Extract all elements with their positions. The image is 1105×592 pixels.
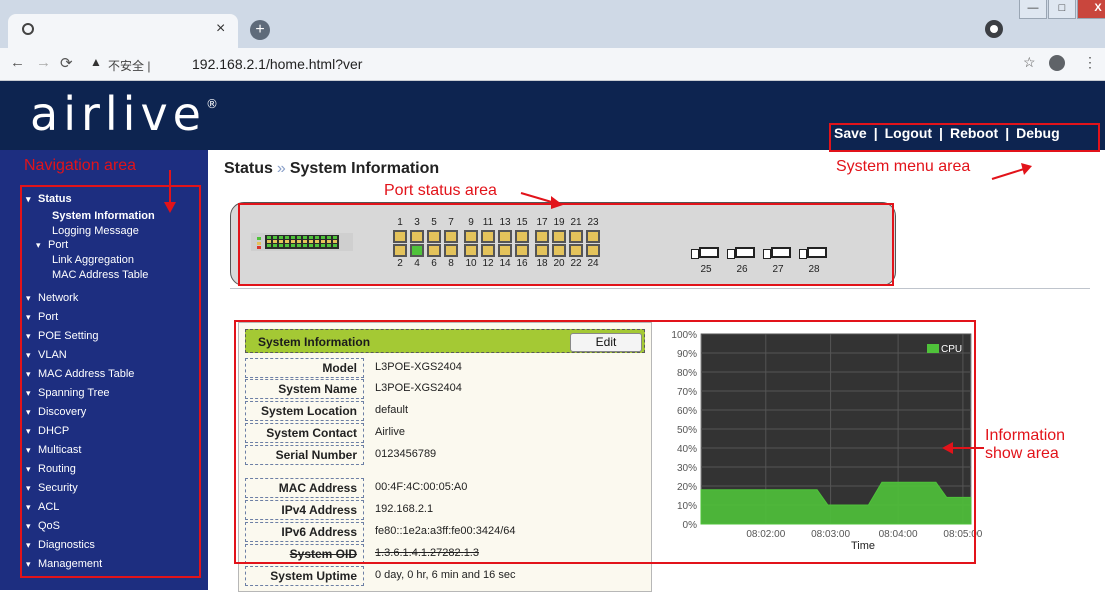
address-bar[interactable]: ▲ 不安全 | 192.168.2.1/home.html?ver — [90, 52, 990, 76]
forward-icon[interactable]: → — [36, 54, 51, 71]
browser-tab-bar: × + — □ X — [0, 0, 1105, 48]
system-menu-area-label: System menu area — [836, 158, 971, 175]
nav-arrow-icon — [164, 170, 176, 213]
back-icon[interactable]: ← — [10, 54, 25, 71]
globe-icon — [22, 23, 34, 35]
bookmark-star-icon[interactable]: ☆ — [1023, 54, 1036, 71]
menu-dots-icon[interactable]: ⋮ — [1083, 54, 1097, 71]
system-menu-arrow-icon — [991, 163, 1032, 180]
information-show-area-box — [234, 320, 976, 564]
breadcrumb-separator: » — [276, 160, 286, 177]
new-tab-button[interactable]: + — [250, 20, 270, 40]
reload-icon[interactable]: ⟳ — [60, 54, 73, 72]
system-menu-area-box — [829, 123, 1100, 152]
window-controls: — □ X — [1018, 0, 1105, 20]
airlive-logo: airlive® — [30, 87, 218, 141]
insecure-label: 不安全 | — [108, 59, 151, 73]
close-tab-icon[interactable]: × — [216, 20, 225, 38]
minimize-button[interactable]: — — [1019, 0, 1047, 19]
info-key: System Uptime — [245, 566, 364, 586]
port-status-area-box — [238, 203, 894, 286]
port-status-arrow-icon — [520, 192, 563, 209]
maximize-button[interactable]: □ — [1048, 0, 1076, 19]
browser-tab[interactable]: × — [8, 14, 238, 48]
profile-icon[interactable] — [985, 20, 1003, 38]
breadcrumb-section[interactable]: Status — [224, 160, 273, 177]
account-icon[interactable] — [1049, 55, 1065, 71]
information-arrow-icon — [942, 442, 984, 454]
close-window-button[interactable]: X — [1077, 0, 1105, 19]
url-text[interactable]: 192.168.2.1/home.html?ver — [192, 56, 362, 72]
port-status-area-label: Port status area — [384, 182, 497, 199]
warning-icon: ▲ — [90, 55, 102, 69]
information-show-area-label: Information show area — [985, 427, 1066, 462]
breadcrumb: Status» System Information — [224, 160, 439, 178]
info-value: 0 day, 0 hr, 6 min and 16 sec — [375, 569, 516, 581]
address-toolbar: ← → ⟳ ▲ 不安全 | 192.168.2.1/home.html?ver … — [0, 48, 1105, 81]
navigation-area-box — [20, 185, 201, 578]
divider — [230, 288, 1090, 289]
page-title: System Information — [289, 160, 440, 177]
navigation-area-label: Navigation area — [24, 157, 137, 174]
